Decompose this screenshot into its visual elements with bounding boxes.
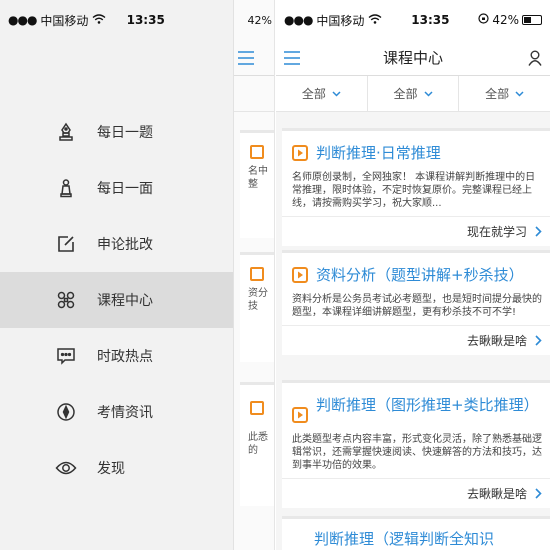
sidebar-item-label: 时政热点 — [97, 349, 153, 365]
course-action-label: 去瞅瞅是啥 — [466, 487, 527, 501]
chat-bubble-icon — [55, 345, 77, 367]
status-bar: ●●● 中国移动 13:35 — [0, 0, 233, 40]
clock: 13:35 — [126, 13, 165, 27]
eye-icon — [55, 457, 77, 479]
sidebar-item-daily-interview[interactable]: 每日一面 — [0, 160, 233, 216]
sidebar-item-discover[interactable]: 发现 — [0, 440, 233, 496]
chevron-right-icon — [535, 335, 542, 346]
course-snippet: 名中整 — [248, 166, 268, 190]
signal-icon: ●●● — [8, 13, 37, 27]
course-action[interactable]: 现在就学习 — [282, 216, 550, 246]
chevron-right-icon — [535, 226, 542, 237]
wifi-icon — [368, 13, 382, 27]
orientation-lock-icon — [478, 13, 489, 27]
course-action[interactable]: 去瞅瞅是啥 — [282, 478, 550, 508]
sidebar-item-label: 发现 — [97, 461, 125, 477]
course-icon — [250, 267, 264, 281]
filter-dropdown-3[interactable]: 全部 — [459, 76, 550, 111]
filter-bar — [234, 76, 274, 112]
wifi-icon — [92, 13, 106, 27]
top-nav: 课程中心 — [276, 40, 550, 76]
course-card[interactable]: 判断推理（图形推理+类比推理） 此类题型考点内容丰富，形式变化灵活，除了熟悉基础… — [282, 380, 550, 508]
chess-pawn-icon — [55, 177, 77, 199]
filter-label: 全部 — [301, 87, 326, 101]
sidebar-item-label: 课程中心 — [97, 293, 153, 309]
signal-icon: ●●● — [284, 13, 313, 27]
course-card[interactable]: 名中整 — [240, 130, 274, 238]
sidebar-item-course-center[interactable]: 课程中心 — [0, 272, 233, 328]
hamburger-menu-icon[interactable] — [234, 40, 274, 76]
filter-label: 全部 — [485, 87, 510, 101]
course-header: 判断推理（逻辑判断全知识 — [282, 519, 550, 549]
course-action[interactable]: 去瞅瞅是啥 — [282, 325, 550, 355]
filter-bar: 全部 全部 全部 — [276, 76, 550, 112]
status-bar: 42% — [234, 0, 274, 40]
filter-dropdown-2[interactable]: 全部 — [368, 76, 460, 111]
chevron-down-icon — [515, 90, 524, 97]
course-title[interactable]: 判断推理（逻辑判断全知识 — [292, 529, 494, 549]
user-icon[interactable] — [528, 50, 542, 66]
filter-label: 全部 — [393, 87, 418, 101]
course-card[interactable]: 判断推理·日常推理 名师原创录制，全网独家！ 本课程讲解判断推理中的日常推理，限… — [282, 128, 550, 246]
sidebar-drawer: ●●● 中国移动 13:35 每日一题 每日一面 申论批改 课程中心 时政热点 … — [0, 0, 234, 550]
clock: 13:35 — [411, 13, 450, 27]
chess-bishop-icon — [55, 121, 77, 143]
battery-icon — [522, 15, 542, 25]
app-frame: ●●● 中国移动 13:35 每日一题 每日一面 申论批改 课程中心 时政热点 … — [0, 0, 550, 550]
course-snippet: 此悉的 — [248, 432, 268, 456]
chevron-down-icon — [423, 90, 433, 97]
course-icon — [250, 145, 264, 159]
sidebar-item-label: 考情资讯 — [97, 405, 153, 421]
course-header: 资料分析（题型讲解+秒杀技） — [282, 253, 550, 287]
carrier-label: 中国移动 — [40, 13, 89, 28]
sidebar-item-essay-grading[interactable]: 申论批改 — [0, 216, 233, 272]
course-icon — [292, 407, 308, 427]
course-card[interactable]: 资料分析（题型讲解+秒杀技） 资料分析是公务员考试必考题型，也是短时间提分最快的… — [282, 250, 550, 355]
course-action-label: 现在就学习 — [466, 225, 527, 239]
course-card[interactable]: 此悉的 — [240, 382, 274, 506]
status-right-group: 42% — [478, 13, 542, 27]
course-description: 名师原创录制，全网独家！ 本课程讲解判断推理中的日常推理，限时体验，不定时恢复原… — [292, 172, 536, 209]
filter-dropdown-1[interactable]: 全部 — [276, 76, 368, 111]
course-header: 判断推理（图形推理+类比推理） — [282, 383, 550, 427]
course-card[interactable]: 判断推理（逻辑判断全知识 — [282, 516, 550, 550]
sidebar-item-label: 每日一题 — [97, 125, 153, 141]
sidebar-menu: 每日一题 每日一面 申论批改 课程中心 时政热点 考情资讯 发现 — [0, 104, 233, 496]
carrier-label: 中国移动 — [316, 13, 365, 28]
course-center-screen: ●●● 中国移动 13:35 42% 课程中心 全部 全部 全部 判断推理·日常… — [276, 0, 550, 550]
course-description: 此类题型考点内容丰富，形式变化灵活，除了熟悉基础逻辑常识，还需掌握快速阅读、快速… — [292, 434, 542, 471]
page-title: 课程中心 — [382, 49, 443, 67]
course-icon — [292, 267, 308, 287]
battery-fill — [524, 17, 531, 23]
compass-icon — [55, 401, 77, 423]
command-icon — [55, 289, 77, 311]
course-description: 资料分析是公务员考试必考题型，也是短时间提分最快的题型，本课程详细讲解题型，更有… — [292, 294, 542, 318]
course-snippet: 资分技 — [248, 288, 268, 312]
course-header: 判断推理·日常推理 — [282, 131, 550, 165]
edit-icon — [55, 233, 77, 255]
hamburger-menu-icon[interactable] — [284, 50, 300, 65]
chevron-down-icon — [332, 90, 341, 97]
battery-percent: 42% — [492, 13, 519, 27]
course-title[interactable]: 判断推理·日常推理 — [316, 143, 441, 163]
sidebar-item-daily-question[interactable]: 每日一题 — [0, 104, 233, 160]
battery-percent: 42% — [247, 13, 272, 27]
course-title[interactable]: 资料分析（题型讲解+秒杀技） — [316, 265, 524, 285]
status-bar: ●●● 中国移动 13:35 42% — [276, 0, 550, 40]
sidebar-item-exam-news[interactable]: 考情资讯 — [0, 384, 233, 440]
sidebar-item-label: 申论批改 — [97, 237, 153, 253]
course-card[interactable]: 资分技 — [240, 252, 274, 362]
sidebar-item-current-affairs[interactable]: 时政热点 — [0, 328, 233, 384]
course-title[interactable]: 判断推理（图形推理+类比推理） — [316, 395, 539, 415]
sidebar-item-label: 每日一面 — [97, 181, 153, 197]
chevron-right-icon — [535, 488, 542, 499]
covered-screen-edge: 42% 名中整 资分技 此悉的 — [234, 0, 275, 550]
course-icon — [292, 145, 308, 165]
course-icon — [250, 401, 264, 415]
course-action-label: 去瞅瞅是啥 — [466, 334, 527, 348]
